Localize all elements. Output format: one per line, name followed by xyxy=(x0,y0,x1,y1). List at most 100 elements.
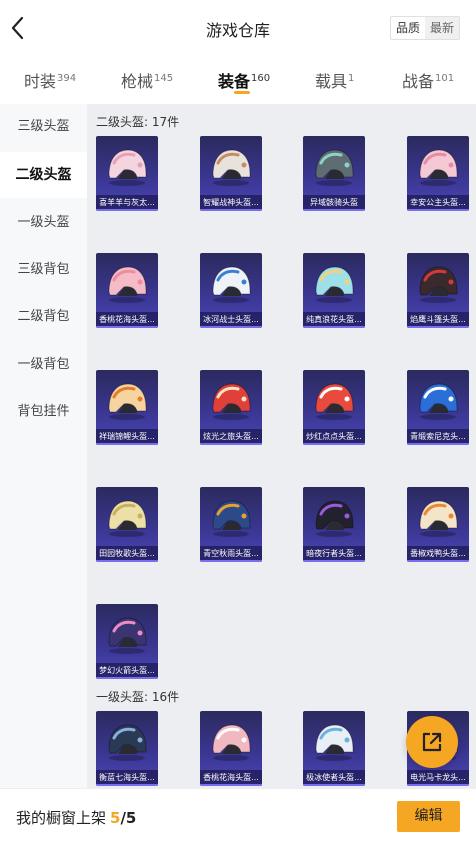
helmet-icon xyxy=(315,500,354,537)
helmet-card[interactable]: 异域骸骑头盔 xyxy=(303,136,365,211)
helmet-card[interactable]: 青空秋雨头盔... xyxy=(200,487,262,562)
helmet-icon xyxy=(419,500,458,537)
card-accent-line xyxy=(303,326,365,328)
helmet-icon xyxy=(108,500,147,537)
helmet-icon xyxy=(212,724,251,761)
tab-count: 160 xyxy=(251,73,271,84)
card-accent-line xyxy=(96,784,158,786)
card-accent-line xyxy=(200,209,262,211)
bottom-bar: 我的橱窗上架 5/5 编辑 xyxy=(0,788,476,843)
helmet-icon xyxy=(212,149,251,186)
share-button[interactable] xyxy=(406,716,458,768)
card-accent-line xyxy=(303,560,365,562)
helmet-icon xyxy=(315,266,354,303)
tab-weapons[interactable]: 枪械145 xyxy=(121,68,173,92)
helmet-card[interactable]: 香桃花海头盔... xyxy=(200,711,262,786)
helmet-icon xyxy=(108,383,147,420)
helmet-card[interactable]: 梦幻火箭头盔... xyxy=(96,604,158,679)
showcase-total: /5 xyxy=(120,809,137,827)
helmet-card[interactable]: 香桃花海头盔... xyxy=(96,253,158,328)
helmet-icon xyxy=(212,266,251,303)
helmet-card[interactable]: 纯真浪花头盔... xyxy=(303,253,365,328)
tab-vehicles[interactable]: 载具1 xyxy=(315,68,354,92)
showcase-status: 我的橱窗上架 5/5 xyxy=(16,807,136,828)
helmet-card[interactable]: 炒红点点头盔... xyxy=(303,370,365,445)
helmet-card[interactable]: 冰河战士头盔... xyxy=(200,253,262,328)
helmet-icon xyxy=(108,149,147,186)
card-accent-line xyxy=(407,443,469,445)
tab-label: 战备 xyxy=(402,72,435,91)
category-tabs: 时装394 枪械145 装备160 载具1 战备101 xyxy=(0,56,476,104)
card-accent-line xyxy=(303,209,365,211)
helmet-card[interactable]: 极冰使者头盔... xyxy=(303,711,365,786)
card-accent-line xyxy=(407,209,469,211)
card-accent-line xyxy=(303,443,365,445)
share-icon xyxy=(422,732,442,752)
helmet-icon xyxy=(315,724,354,761)
sidebar-item-level1-backpack[interactable]: 一级背包 xyxy=(0,342,87,388)
helmet-card[interactable]: 喜羊羊与灰太... xyxy=(96,136,158,211)
showcase-count: 5 xyxy=(110,809,121,827)
helmet-icon xyxy=(212,383,251,420)
helmet-icon xyxy=(212,500,251,537)
helmet-card[interactable]: 幸安公主头盔... xyxy=(407,136,469,211)
helmet-icon xyxy=(419,383,458,420)
sidebar-item-level1-helmet[interactable]: 一级头盔 xyxy=(0,200,87,246)
helmet-card[interactable]: 田园牧歌头盔... xyxy=(96,487,158,562)
sidebar-item-backpack-charm[interactable]: 背包挂件 xyxy=(0,389,87,435)
tab-fashion[interactable]: 时装394 xyxy=(24,68,76,92)
helmet-icon xyxy=(108,266,147,303)
edit-button[interactable]: 编辑 xyxy=(397,801,460,832)
card-accent-line xyxy=(200,560,262,562)
helmet-icon xyxy=(419,266,458,303)
sidebar: 三级头盔 二级头盔 一级头盔 三级背包 二级背包 一级背包 背包挂件 xyxy=(0,104,87,788)
card-accent-line xyxy=(303,784,365,786)
tab-count: 1 xyxy=(348,73,355,84)
active-tab-indicator xyxy=(234,91,250,94)
helmet-card[interactable]: 焰鹰斗篷头盔... xyxy=(407,253,469,328)
tab-label: 时装 xyxy=(24,72,57,91)
tab-label: 载具 xyxy=(315,72,348,91)
section-title-level1: 一级头盔: 16件 xyxy=(96,690,180,704)
card-accent-line xyxy=(200,784,262,786)
helmet-card[interactable]: 青缎索尼克头... xyxy=(407,370,469,445)
tab-count: 145 xyxy=(154,73,174,84)
helmet-icon xyxy=(419,149,458,186)
tab-count: 394 xyxy=(57,73,77,84)
item-grid[interactable]: 二级头盔: 17件 一级头盔: 16件 喜羊羊与灰太... 智耀战神头盔... 异域… xyxy=(87,104,476,788)
sort-quality-button[interactable]: 品质 xyxy=(390,17,425,39)
card-accent-line xyxy=(96,560,158,562)
sidebar-item-level2-backpack[interactable]: 二级背包 xyxy=(0,294,87,340)
section-title-level2: 二级头盔: 17件 xyxy=(96,115,180,129)
card-accent-line xyxy=(96,209,158,211)
sidebar-item-level3-helmet[interactable]: 三级头盔 xyxy=(0,104,87,150)
tab-equipment[interactable]: 装备160 xyxy=(218,68,270,92)
helmet-icon xyxy=(108,724,147,761)
tab-count: 101 xyxy=(435,73,455,84)
helmet-card[interactable]: 暗夜行者头盔... xyxy=(303,487,365,562)
helmet-card[interactable]: 炫光之旅头盔... xyxy=(200,370,262,445)
tab-label: 枪械 xyxy=(121,72,154,91)
sidebar-item-level2-helmet[interactable]: 二级头盔 xyxy=(0,152,87,198)
card-accent-line xyxy=(96,443,158,445)
tab-label: 装备 xyxy=(218,72,251,91)
helmet-card[interactable]: 智耀战神头盔... xyxy=(200,136,262,211)
sort-toggle: 品质 最新 xyxy=(389,16,460,40)
sort-latest-button[interactable]: 最新 xyxy=(424,17,459,39)
helmet-card[interactable]: 番椒戏鸭头盔... xyxy=(407,487,469,562)
card-accent-line xyxy=(407,560,469,562)
helmet-card[interactable]: 祥瑞锦鲤头盔... xyxy=(96,370,158,445)
card-accent-line xyxy=(407,784,469,786)
helmet-card[interactable]: 衡蓝七海头盔... xyxy=(96,711,158,786)
helmet-icon xyxy=(108,617,147,654)
helmet-icon xyxy=(315,149,354,186)
app-header: 游戏仓库 品质 最新 xyxy=(0,0,476,56)
helmet-icon xyxy=(315,383,354,420)
sidebar-item-level3-backpack[interactable]: 三级背包 xyxy=(0,247,87,293)
card-accent-line xyxy=(200,443,262,445)
tab-supplies[interactable]: 战备101 xyxy=(402,68,454,92)
card-accent-line xyxy=(200,326,262,328)
card-accent-line xyxy=(407,326,469,328)
card-accent-line xyxy=(96,326,158,328)
showcase-label: 我的橱窗上架 xyxy=(16,809,107,827)
